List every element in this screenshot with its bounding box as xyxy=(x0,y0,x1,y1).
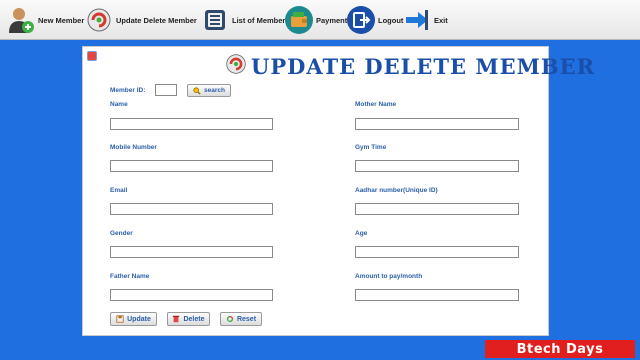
search-icon xyxy=(193,86,201,95)
toolbar: New Member Update Delete Member List of … xyxy=(0,0,640,40)
update-delete-member-panel: UPDATE DELETE MEMBER Member ID: search N… xyxy=(82,46,594,336)
father-name-input[interactable] xyxy=(110,289,273,301)
reset-label: Reset xyxy=(236,315,257,323)
list-of-members-label: List of Members xyxy=(232,15,290,25)
mother-name-input[interactable] xyxy=(355,118,519,130)
exit-button[interactable]: Exit xyxy=(402,4,448,36)
amount-per-month-label: Amount to pay/month xyxy=(355,273,423,280)
list-icon xyxy=(200,5,230,35)
age-input[interactable] xyxy=(355,246,519,258)
window-icon xyxy=(87,51,97,61)
list-of-members-button[interactable]: List of Members xyxy=(200,4,290,36)
name-input[interactable] xyxy=(110,118,273,130)
email-input[interactable] xyxy=(110,203,273,215)
member-id-label: Member ID: xyxy=(110,87,146,94)
aadhar-number-label: Aadhar number(Unique ID) xyxy=(355,187,438,194)
logout-icon xyxy=(346,5,376,35)
new-member-button[interactable]: New Member xyxy=(6,4,84,36)
brand-watermark: Btech Days xyxy=(485,340,635,358)
member-id-input[interactable] xyxy=(155,84,177,96)
gender-label: Gender xyxy=(110,230,133,237)
search-label: search xyxy=(204,87,225,94)
gender-input[interactable] xyxy=(110,246,273,258)
update-refresh-icon xyxy=(84,5,114,35)
reset-button[interactable]: Reset xyxy=(220,312,262,326)
delete-label: Delete xyxy=(183,315,205,323)
mobile-number-label: Mobile Number xyxy=(110,144,157,151)
gym-time-input[interactable] xyxy=(355,160,519,172)
search-button[interactable]: search xyxy=(187,84,231,97)
name-label: Name xyxy=(110,101,128,108)
father-name-label: Father Name xyxy=(110,273,150,280)
update-button[interactable]: Update xyxy=(110,312,157,326)
page-title-wrap: UPDATE DELETE MEMBER xyxy=(225,53,595,80)
delete-button[interactable]: Delete xyxy=(167,312,210,326)
save-icon xyxy=(116,315,124,323)
payment-label: Payment xyxy=(316,15,348,25)
email-label: Email xyxy=(110,187,128,194)
update-delete-label: Update Delete Member xyxy=(116,15,197,25)
age-label: Age xyxy=(355,230,368,237)
exit-label: Exit xyxy=(434,15,448,25)
update-delete-member-button[interactable]: Update Delete Member xyxy=(84,4,197,36)
aadhar-number-input[interactable] xyxy=(355,203,519,215)
reset-icon xyxy=(226,315,234,323)
mobile-number-input[interactable] xyxy=(110,160,273,172)
add-user-icon xyxy=(6,5,36,35)
page-title: UPDATE DELETE MEMBER xyxy=(251,54,596,79)
new-member-label: New Member xyxy=(38,15,85,25)
logout-button[interactable]: Logout xyxy=(346,4,403,36)
logout-label: Logout xyxy=(378,15,404,25)
wallet-icon xyxy=(284,5,314,35)
update-refresh-icon xyxy=(225,53,247,80)
gym-time-label: Gym Time xyxy=(355,144,387,151)
amount-per-month-input[interactable] xyxy=(355,289,519,301)
exit-arrow-icon xyxy=(402,5,432,35)
mother-name-label: Mother Name xyxy=(355,101,397,108)
trash-icon xyxy=(172,315,180,323)
update-label: Update xyxy=(127,315,151,323)
payment-button[interactable]: Payment xyxy=(284,4,347,36)
